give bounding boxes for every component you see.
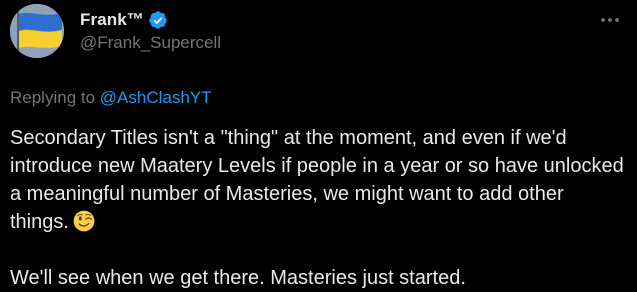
tweet-text: Secondary Titles isn't a "thing" at the … bbox=[10, 124, 625, 292]
winking-face-emoji-icon bbox=[73, 210, 95, 232]
tweet: Frank™ @Frank_Supercell Replying to @Ash… bbox=[0, 0, 637, 289]
more-horizontal-icon bbox=[601, 18, 619, 22]
tweet-paragraph: We'll see when we get there. Masteries j… bbox=[10, 264, 625, 292]
author-handle[interactable]: @Frank_Supercell bbox=[80, 33, 221, 53]
reply-context-prefix: Replying to bbox=[10, 88, 96, 107]
avatar[interactable] bbox=[10, 4, 64, 58]
tweet-paragraph-1: Secondary Titles isn't a "thing" at the … bbox=[10, 127, 624, 233]
reply-context: Replying to @AshClashYT bbox=[10, 88, 212, 108]
display-name[interactable]: Frank™ bbox=[80, 10, 144, 30]
verified-badge-icon bbox=[148, 10, 168, 30]
reply-mention-link[interactable]: @AshClashYT bbox=[100, 88, 212, 107]
author-name-row: Frank™ bbox=[80, 9, 168, 31]
ukraine-flag-avatar-icon bbox=[10, 4, 64, 58]
more-options-button[interactable] bbox=[597, 10, 623, 30]
tweet-paragraph: Secondary Titles isn't a "thing" at the … bbox=[10, 124, 625, 236]
